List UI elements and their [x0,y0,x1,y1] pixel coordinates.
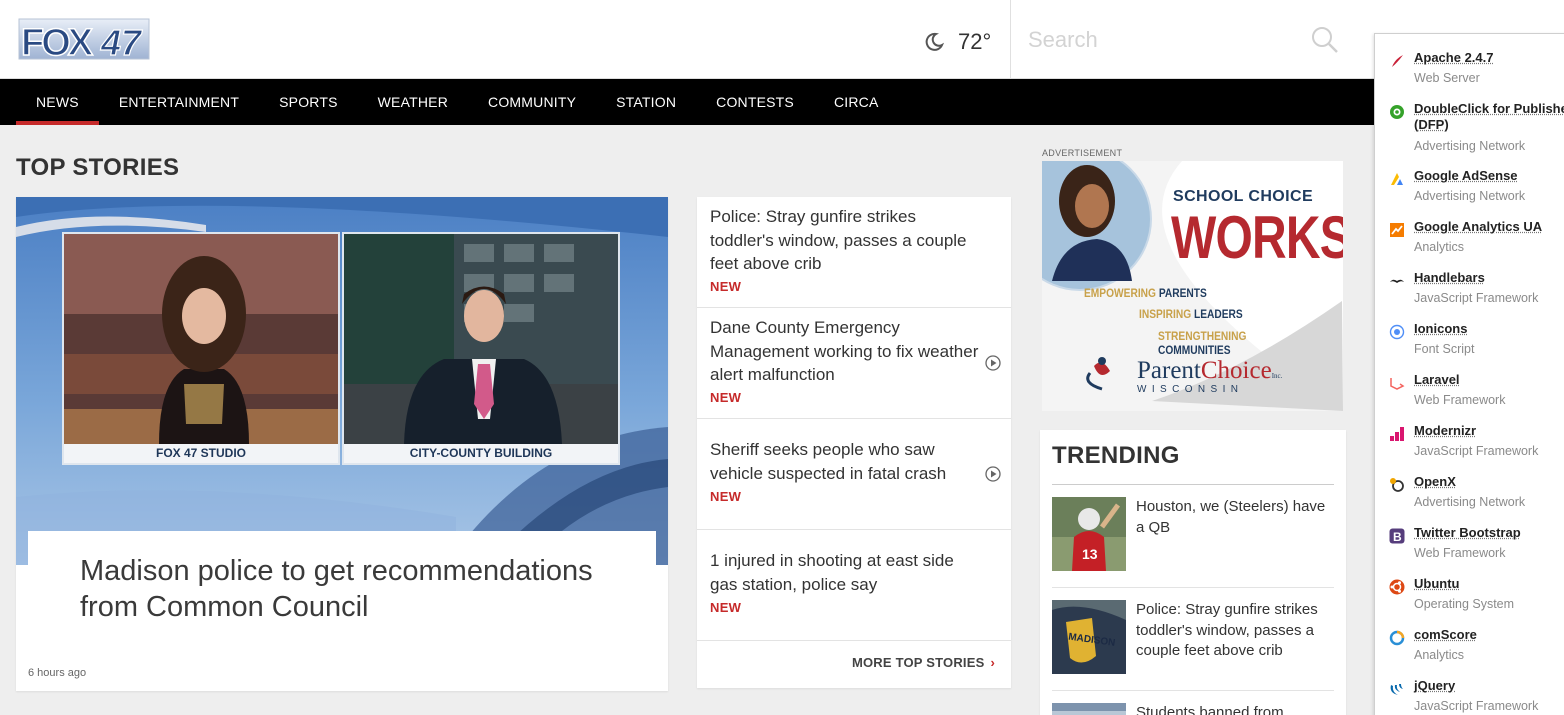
divider [1052,484,1334,485]
jquery-icon [1389,681,1405,697]
hero-story[interactable]: FOX 47 STUDIO CITY-COUNTY BUILDING Madis… [16,197,668,691]
list-item[interactable]: 13 Houston, we (Steelers) have a QB [1052,497,1334,575]
trending-title[interactable]: Police: Stray gunfire strikes toddler's … [1136,600,1336,662]
ubuntu-icon [1389,579,1405,595]
divider [1052,690,1334,691]
bootstrap-icon: B [1389,528,1405,544]
list-item[interactable]: Dane County Emergency Management working… [697,308,1011,419]
ad-brand-sub: WISCONSIN [1137,384,1243,395]
nav-item-news[interactable]: NEWS [16,79,99,125]
svg-text:B: B [1393,530,1402,544]
city-county-panel: CITY-COUNTY BUILDING [342,232,620,465]
top-stories-heading: TOP STORIES [16,154,179,182]
ad-tagline-3: STRENGTHENING COMMUNITIES [1158,329,1315,357]
new-badge: NEW [710,390,741,405]
school-choice-ad[interactable]: SCHOOL CHOICE WORKS EMPOWERING PARENTS I… [1042,161,1343,411]
list-item[interactable]: Police: Stray gunfire strikes toddler's … [697,197,1011,308]
top-stories-list: Police: Stray gunfire strikes toddler's … [697,197,1011,688]
moon-icon [924,32,944,52]
list-item[interactable]: Sheriff seeks people who saw vehicle sus… [697,419,1011,530]
ionicons-icon [1389,324,1405,340]
apache-feather-icon [1389,53,1405,69]
ad-tagline-1: EMPOWERING PARENTS [1084,286,1207,300]
play-video-icon[interactable] [985,466,1001,482]
nav-item-station[interactable]: STATION [596,79,696,125]
temperature: 72° [958,29,991,55]
modernizr-icon [1389,426,1405,442]
hero-caption-right: CITY-COUNTY BUILDING [344,444,618,463]
trending-title[interactable]: Students banned from [1136,703,1336,715]
story-title[interactable]: Sheriff seeks people who saw vehicle sus… [710,438,980,485]
main-nav: NEWS ENTERTAINMENT SPORTS WEATHER COMMUN… [0,79,1564,125]
laravel-icon [1389,375,1405,391]
svg-text:47: 47 [100,22,143,61]
handlebars-icon [1389,273,1405,289]
story-title[interactable]: Dane County Emergency Management working… [710,316,980,387]
ad-brand: ParentChoiceInc. [1137,357,1282,385]
hero-timestamp: 6 hours ago [28,667,86,679]
list-item[interactable]: Students banned from [1052,703,1334,715]
comscore-icon [1389,630,1405,646]
new-badge: NEW [710,489,741,504]
divider [1052,587,1334,588]
nav-item-community[interactable]: COMMUNITY [468,79,596,125]
list-item[interactable]: MADISON Police: Stray gunfire strikes to… [1052,600,1334,678]
ad-headline-2: WORKS [1171,203,1343,272]
wappalyzer-popup: Apache 2.4.7 Web Server DoubleClick for … [1374,33,1564,715]
hero-headline[interactable]: Madison police to get recommendations fr… [80,553,640,625]
adsense-icon [1389,171,1405,187]
nav-item-contests[interactable]: CONTESTS [696,79,814,125]
trending-thumbnail[interactable] [1052,703,1126,715]
nav-item-entertainment[interactable]: ENTERTAINMENT [99,79,259,125]
svg-text:FOX: FOX [21,22,94,61]
weather-widget[interactable]: 72° [924,28,991,56]
openx-icon [1389,477,1405,493]
trending-thumbnail[interactable]: 13 [1052,497,1126,571]
nav-item-circa[interactable]: CIRCA [814,79,899,125]
story-title[interactable]: 1 injured in shooting at east side gas s… [710,549,980,596]
search-input[interactable] [1028,22,1298,58]
site-header: FOX 47 72° [0,0,1564,79]
list-item[interactable]: 1 injured in shooting at east side gas s… [697,530,1011,641]
advertisement-label: ADVERTISEMENT [1042,148,1122,158]
studio-panel: FOX 47 STUDIO [62,232,340,465]
search-box [1010,0,1374,79]
fox47-logo[interactable]: FOX 47 [17,17,151,61]
chevron-right-icon: › [990,655,995,670]
search-icon[interactable] [1311,26,1339,54]
play-video-icon[interactable] [985,355,1001,371]
new-badge: NEW [710,600,741,615]
trending-heading: TRENDING [1052,442,1180,470]
analytics-icon [1389,222,1405,238]
ad-tagline-2: INSPIRING LEADERS [1139,307,1243,321]
nav-item-weather[interactable]: WEATHER [358,79,468,125]
trending-thumbnail[interactable]: MADISON [1052,600,1126,674]
trending-title[interactable]: Houston, we (Steelers) have a QB [1136,497,1336,538]
hero-caption-left: FOX 47 STUDIO [64,444,338,463]
nav-item-sports[interactable]: SPORTS [259,79,358,125]
svg-text:13: 13 [1082,546,1098,562]
trending-panel: TRENDING 13 Houston, we (Steelers) have … [1040,430,1346,715]
new-badge: NEW [710,279,741,294]
story-title[interactable]: Police: Stray gunfire strikes toddler's … [710,205,980,276]
doubleclick-icon [1389,104,1405,120]
more-top-stories-label: MORE TOP STORIES [852,655,985,670]
hero-image[interactable]: FOX 47 STUDIO CITY-COUNTY BUILDING [16,197,668,565]
more-top-stories-link[interactable]: MORE TOP STORIES › [852,655,995,670]
